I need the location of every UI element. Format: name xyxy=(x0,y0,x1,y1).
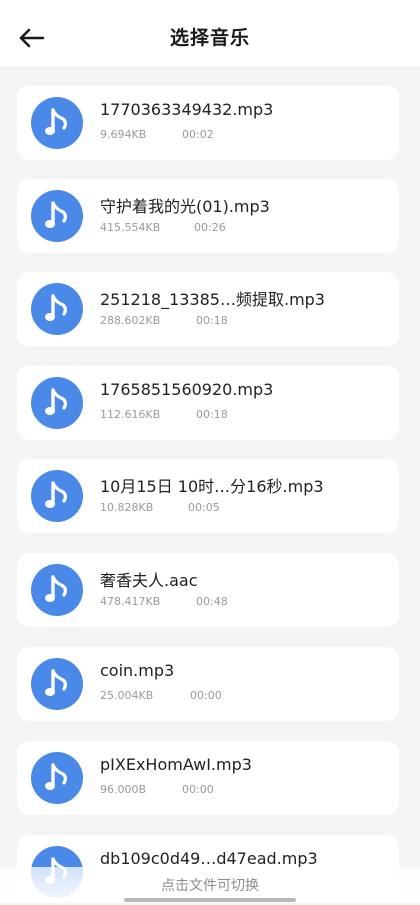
file-name: 251218_13385…频提取.mp3 xyxy=(100,290,325,309)
file-size: 288.602KB xyxy=(100,314,161,327)
file-name: pIXExHomAwI.mp3 xyxy=(100,755,252,774)
file-size: 25.004KB xyxy=(100,689,154,702)
list-item[interactable]: 10月15日 10时…分16秒.mp3 10.828KB 00:05 xyxy=(17,459,399,533)
file-duration: 00:00 xyxy=(190,689,222,702)
list-item[interactable]: 1765851560920.mp3 112.616KB 00:18 xyxy=(17,366,399,440)
file-size: 478.417KB xyxy=(100,595,161,608)
file-duration: 00:00 xyxy=(182,783,214,796)
music-note-icon xyxy=(31,377,83,429)
music-note-icon xyxy=(31,190,83,242)
file-size: 96.000B xyxy=(100,783,147,796)
music-note-icon xyxy=(31,564,83,616)
list-item[interactable]: 251218_13385…频提取.mp3 288.602KB 00:18 xyxy=(17,272,399,346)
music-list[interactable]: 1770363349432.mp3 9.694KB 00:02 守护着我的光(0… xyxy=(0,66,420,903)
list-item[interactable]: pIXExHomAwI.mp3 96.000B 00:00 xyxy=(17,741,399,815)
file-duration: 00:26 xyxy=(194,221,226,234)
music-note-icon xyxy=(31,283,83,335)
file-size: 112.616KB xyxy=(100,408,161,421)
music-note-icon xyxy=(31,658,83,710)
home-indicator[interactable] xyxy=(124,898,296,902)
file-name: 1770363349432.mp3 xyxy=(100,100,274,119)
page-title: 选择音乐 xyxy=(169,27,250,49)
file-name: 1765851560920.mp3 xyxy=(100,380,274,399)
file-name: 奢香夫人.aac xyxy=(100,571,198,590)
file-duration: 00:18 xyxy=(196,314,228,327)
file-duration: 00:48 xyxy=(196,595,228,608)
list-item[interactable]: coin.mp3 25.004KB 00:00 xyxy=(17,647,399,721)
file-size: 415.554KB xyxy=(100,221,161,234)
music-note-icon xyxy=(31,752,83,804)
file-duration: 00:18 xyxy=(196,408,228,421)
file-name: coin.mp3 xyxy=(100,661,175,680)
file-name: 10月15日 10时…分16秒.mp3 xyxy=(100,477,324,496)
file-size: 9.694KB xyxy=(100,128,147,141)
file-name: db109c0d49…d47ead.mp3 xyxy=(100,849,318,868)
file-duration: 00:02 xyxy=(182,128,214,141)
file-size: 10.828KB xyxy=(100,501,154,514)
list-item[interactable]: 守护着我的光(01).mp3 415.554KB 00:26 xyxy=(17,179,399,253)
file-duration: 00:05 xyxy=(188,501,220,514)
file-name: 守护着我的光(01).mp3 xyxy=(100,197,270,216)
music-note-icon xyxy=(31,97,83,149)
list-item[interactable]: 1770363349432.mp3 9.694KB 00:02 xyxy=(17,86,399,160)
list-item[interactable]: 奢香夫人.aac 478.417KB 00:48 xyxy=(17,553,399,627)
music-note-icon xyxy=(31,470,83,522)
header: 选择音乐 xyxy=(0,0,420,66)
